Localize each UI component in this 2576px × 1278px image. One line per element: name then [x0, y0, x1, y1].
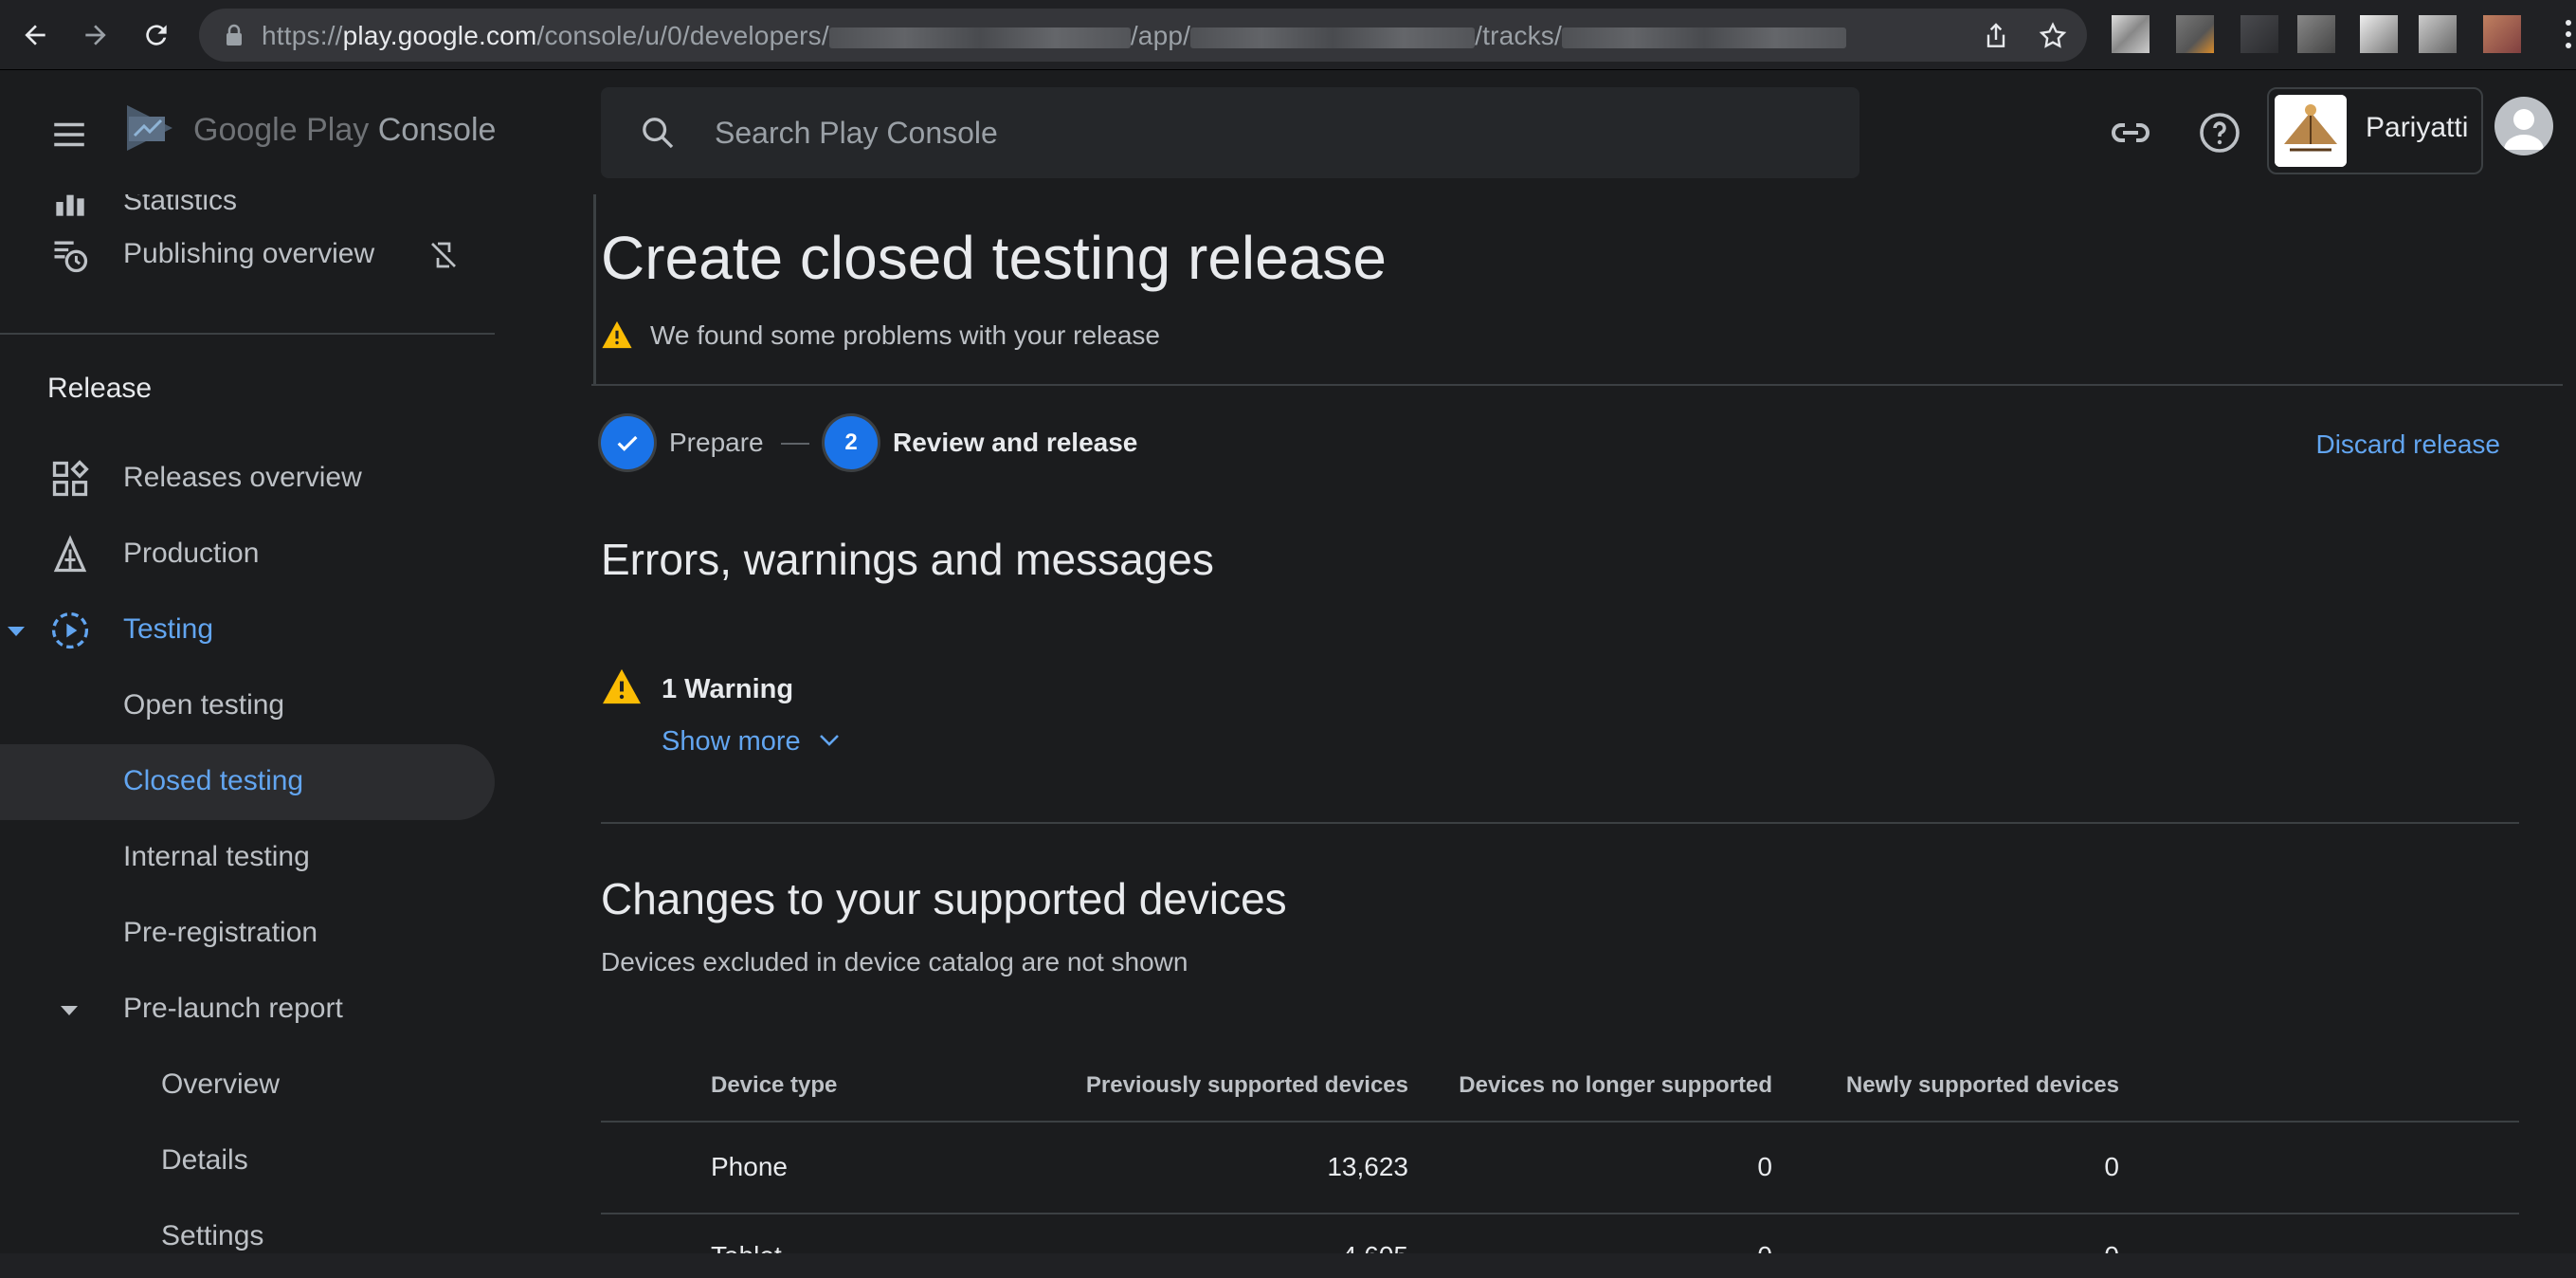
- table-row-divider: [601, 1213, 2519, 1214]
- profile-icon[interactable]: [2483, 15, 2521, 53]
- star-icon[interactable]: [2038, 21, 2068, 51]
- column-header-device-type: Device type: [711, 1072, 838, 1098]
- sidebar-item-releases-overview[interactable]: Releases overview: [0, 441, 497, 517]
- column-header-previously-supported: Previously supported devices: [1085, 1072, 1408, 1098]
- search-input[interactable]: [715, 108, 1805, 157]
- step-connector: [781, 443, 809, 445]
- publishing-clock-icon: [54, 241, 88, 273]
- link-icon[interactable]: [2108, 110, 2153, 155]
- sync-disabled-icon[interactable]: [426, 238, 461, 272]
- sidebar-item-production[interactable]: Production: [0, 517, 497, 593]
- step-2-label: Review and release: [893, 428, 1138, 457]
- sidebar-item-testing[interactable]: Testing: [0, 593, 497, 668]
- chevron-down-icon: [819, 735, 839, 746]
- sidebar-divider: [0, 333, 495, 335]
- step-1-complete[interactable]: [601, 416, 654, 469]
- problem-banner: We found some problems with your release: [601, 320, 1160, 351]
- logo-text: Google Play Console: [193, 112, 497, 148]
- window-bottom-edge: [0, 1253, 2576, 1278]
- sidebar-item-internal-testing[interactable]: Internal testing: [0, 820, 497, 896]
- url-text: https://play.google.com/console/u/0/deve…: [262, 21, 1846, 51]
- search-icon: [643, 118, 674, 149]
- main-content: Create closed testing release We found s…: [591, 194, 2576, 1278]
- cell-newly-supported: 0: [2104, 1152, 2119, 1181]
- sidebar-item-pre-launch-report[interactable]: Pre-launch report: [0, 972, 497, 1048]
- reload-icon: [146, 25, 167, 46]
- menu-icon[interactable]: [49, 115, 89, 155]
- show-more-button[interactable]: Show more: [662, 726, 841, 758]
- step-2-current[interactable]: 2: [825, 416, 878, 469]
- expand-caret-icon: [8, 627, 25, 636]
- table-header-divider: [601, 1121, 2519, 1123]
- sidebar-item-pre-registration[interactable]: Pre-registration: [0, 896, 497, 972]
- back-button[interactable]: [17, 17, 53, 53]
- sidebar-item-open-testing[interactable]: Open testing: [0, 668, 497, 744]
- play-console-logo-icon: [127, 105, 172, 151]
- cell-no-longer-supported: 0: [1757, 1152, 1772, 1181]
- check-icon: [617, 435, 638, 451]
- account-switcher[interactable]: Pariyatti: [2267, 87, 2483, 174]
- step-1-label: Prepare: [669, 428, 764, 457]
- warning-icon: [602, 320, 632, 349]
- expand-caret-icon: [61, 1006, 78, 1015]
- search-bar[interactable]: [601, 87, 1859, 178]
- column-header-newly-supported: Newly supported devices: [1845, 1072, 2119, 1098]
- sidebar-item-closed-testing[interactable]: Closed testing: [0, 744, 497, 820]
- reload-button[interactable]: [138, 17, 174, 53]
- address-bar[interactable]: https://play.google.com/console/u/0/deve…: [199, 9, 2087, 62]
- extension-icon[interactable]: [2240, 15, 2278, 53]
- browser-toolbar: https://play.google.com/console/u/0/deve…: [0, 0, 2576, 70]
- section-divider: [601, 822, 2519, 824]
- errors-heading: Errors, warnings and messages: [601, 535, 1214, 584]
- extension-icon[interactable]: [2360, 15, 2398, 53]
- extension-icon[interactable]: [2297, 15, 2335, 53]
- testing-play-icon: [51, 612, 89, 649]
- sidebar-item-overview[interactable]: Overview: [0, 1048, 497, 1123]
- sidebar-item-details[interactable]: Details: [0, 1123, 497, 1199]
- dashboard-icon: [52, 460, 89, 497]
- discard-release-button[interactable]: Discard release: [2315, 429, 2500, 460]
- arrow-left-icon: [25, 25, 45, 46]
- warning-summary: 1 Warning: [601, 667, 793, 705]
- warning-icon: [603, 668, 641, 704]
- column-header-no-longer-supported: Devices no longer supported: [1459, 1072, 1772, 1098]
- user-avatar[interactable]: [2494, 97, 2553, 155]
- extension-icon[interactable]: [2176, 15, 2214, 53]
- extension-icon[interactable]: [2419, 15, 2457, 53]
- app-bar: Google Play Console Pariyatti: [0, 71, 2576, 194]
- production-icon: [53, 535, 87, 573]
- page: Google Play Console Pariyatti Statistics…: [0, 71, 2576, 1278]
- developer-logo: [2275, 95, 2347, 167]
- lock-icon: [227, 24, 242, 46]
- sidebar: Statistics Publishing overview Release R…: [0, 194, 497, 1278]
- header-divider: [591, 384, 2563, 386]
- account-name: Pariyatti: [2366, 112, 2469, 143]
- sidebar-item-publishing-overview[interactable]: Publishing overview: [0, 217, 497, 293]
- header-accent-line: [593, 194, 596, 384]
- extension-icon[interactable]: [2112, 15, 2150, 53]
- cell-device-type: Phone: [711, 1152, 788, 1181]
- page-title: Create closed testing release: [601, 224, 1387, 292]
- help-icon[interactable]: [2197, 110, 2242, 155]
- devices-heading: Changes to your supported devices: [601, 874, 1287, 923]
- cell-previously-supported: 13,623: [1327, 1152, 1408, 1181]
- share-icon[interactable]: [1981, 21, 2011, 51]
- more-vert-icon[interactable]: [2565, 15, 2572, 53]
- sidebar-section-release: Release: [47, 373, 153, 404]
- forward-button[interactable]: [78, 17, 114, 53]
- devices-subtext: Devices excluded in device catalog are n…: [601, 947, 1188, 977]
- arrow-right-icon: [85, 25, 106, 46]
